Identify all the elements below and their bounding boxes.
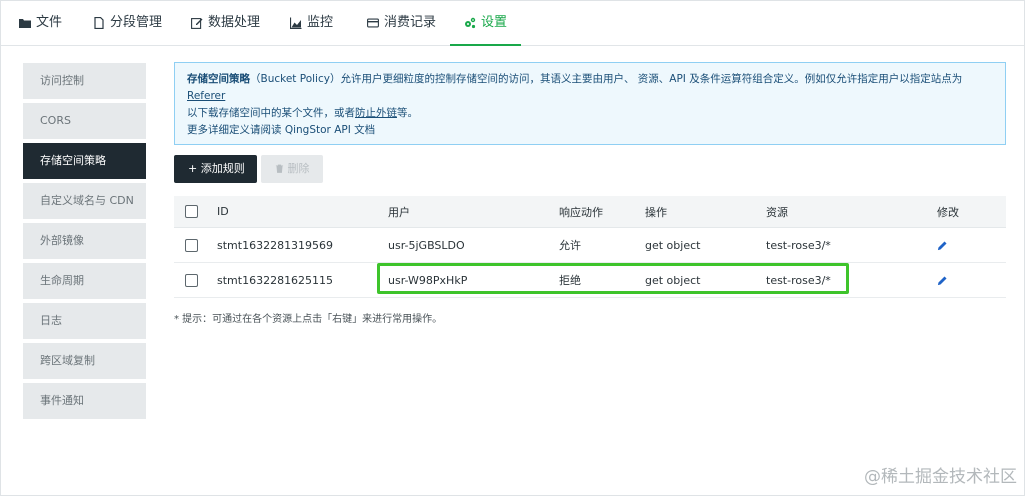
sidebar-item-logging[interactable]: 日志 bbox=[23, 303, 146, 339]
header-action: 响应动作 bbox=[559, 205, 603, 219]
row-checkbox[interactable] bbox=[185, 273, 198, 287]
sidebar-item-bucket-policy[interactable]: 存储空间策略 bbox=[23, 143, 146, 179]
sidebar-item-access-control[interactable]: 访问控制 bbox=[23, 63, 146, 99]
cell-resource: test-rose3/* bbox=[766, 238, 831, 252]
cell-action: 拒绝 bbox=[559, 274, 581, 287]
info-text: 存储空间策略（Bucket Policy）允许用户更细粒度的控制存储空间的访问，… bbox=[187, 71, 993, 122]
header-resource: 资源 bbox=[766, 205, 788, 219]
select-all-checkbox[interactable] bbox=[185, 205, 198, 218]
trash-icon bbox=[275, 164, 284, 173]
cell-resource: test-rose3/* bbox=[766, 273, 831, 287]
cell-operation: get object bbox=[645, 273, 701, 287]
cell-id: stmt1632281625115 bbox=[217, 273, 334, 287]
gears-icon bbox=[465, 17, 476, 29]
folder-icon bbox=[19, 19, 31, 28]
tab-settings[interactable]: 设置 bbox=[449, 1, 522, 46]
sidebar-item-event-notification[interactable]: 事件通知 bbox=[23, 383, 146, 419]
file-icon bbox=[94, 17, 104, 29]
add-rule-button[interactable]: + 添加规则 bbox=[174, 155, 257, 183]
cell-action: 允许 bbox=[559, 239, 581, 252]
info-title: 存储空间策略 bbox=[187, 73, 250, 85]
tab-label: 设置 bbox=[481, 15, 508, 30]
row-checkbox[interactable] bbox=[185, 238, 198, 252]
pencil-icon[interactable] bbox=[937, 240, 948, 251]
header-edit: 修改 bbox=[937, 205, 959, 219]
tab-label: 数据处理 bbox=[208, 15, 261, 30]
tab-label: 消费记录 bbox=[384, 15, 437, 30]
cell-user: usr-W98PxHkP bbox=[388, 273, 468, 287]
edit-icon bbox=[191, 18, 203, 29]
settings-sidebar: 访问控制 CORS 存储空间策略 自定义域名与 CDN 外部镜像 生命周期 日志… bbox=[23, 63, 146, 423]
info-text-2: 以下载存储空间中的某个文件，或者 bbox=[187, 107, 355, 119]
tab-multipart[interactable]: 分段管理 bbox=[93, 1, 162, 45]
top-tab-bar: 文件 分段管理 数据处理 监控 消费记录 设置 bbox=[1, 1, 1024, 46]
console-window: 文件 分段管理 数据处理 监控 消费记录 设置 访问控制 CORS 存储空间策略… bbox=[0, 0, 1025, 496]
tab-label: 文件 bbox=[36, 15, 63, 30]
tab-billing[interactable]: 消费记录 bbox=[367, 1, 436, 45]
cell-user: usr-5jGBSLDO bbox=[388, 238, 465, 252]
sidebar-item-custom-domain-cdn[interactable]: 自定义域名与 CDN bbox=[23, 183, 146, 219]
policy-info-box: 存储空间策略（Bucket Policy）允许用户更细粒度的控制存储空间的访问，… bbox=[174, 62, 1006, 145]
sidebar-item-cross-region-replication[interactable]: 跨区域复制 bbox=[23, 343, 146, 379]
info-text-3: 等。 bbox=[397, 107, 418, 119]
tab-label: 分段管理 bbox=[110, 15, 163, 30]
area-chart-icon bbox=[290, 17, 302, 29]
table-row[interactable]: stmt1632281319569 usr-5jGBSLDO 允许 get ob… bbox=[174, 228, 1006, 263]
tab-files[interactable]: 文件 bbox=[19, 1, 62, 45]
watermark: @稀土掘金技术社区 bbox=[864, 467, 1017, 487]
sidebar-item-external-mirror[interactable]: 外部镜像 bbox=[23, 223, 146, 259]
tab-data-processing[interactable]: 数据处理 bbox=[191, 1, 260, 45]
table-row[interactable]: stmt1632281625115 usr-W98PxHkP 拒绝 get ob… bbox=[174, 263, 1006, 298]
policy-table: ID 用户 响应动作 操作 资源 修改 stmt1632281319569 us… bbox=[174, 196, 1006, 298]
delete-button[interactable]: 删除 bbox=[261, 155, 323, 183]
header-user: 用户 bbox=[388, 205, 410, 219]
api-doc-link[interactable]: 更多详细定义请阅读 QingStor API 文档 bbox=[187, 122, 375, 139]
referer-link[interactable]: Referer bbox=[187, 90, 225, 102]
card-icon bbox=[367, 18, 379, 28]
sidebar-item-lifecycle[interactable]: 生命周期 bbox=[23, 263, 146, 299]
sidebar-item-cors[interactable]: CORS bbox=[23, 103, 146, 139]
info-text-1: （Bucket Policy）允许用户更细粒度的控制存储空间的访问，其语义主要由… bbox=[250, 73, 963, 85]
tab-monitoring[interactable]: 监控 bbox=[290, 1, 333, 45]
cell-operation: get object bbox=[645, 238, 701, 252]
hotlink-protection-link[interactable]: 防止外链 bbox=[355, 107, 397, 119]
pencil-icon[interactable] bbox=[937, 275, 948, 286]
cell-id: stmt1632281319569 bbox=[217, 238, 334, 252]
delete-label: 删除 bbox=[287, 162, 310, 175]
header-id: ID bbox=[217, 205, 229, 218]
table-header: ID 用户 响应动作 操作 资源 修改 bbox=[174, 196, 1006, 228]
tab-label: 监控 bbox=[307, 15, 334, 30]
usage-hint: * 提示：可通过在各个资源上点击「右键」来进行常用操作。 bbox=[174, 314, 443, 325]
header-operation: 操作 bbox=[645, 205, 667, 219]
